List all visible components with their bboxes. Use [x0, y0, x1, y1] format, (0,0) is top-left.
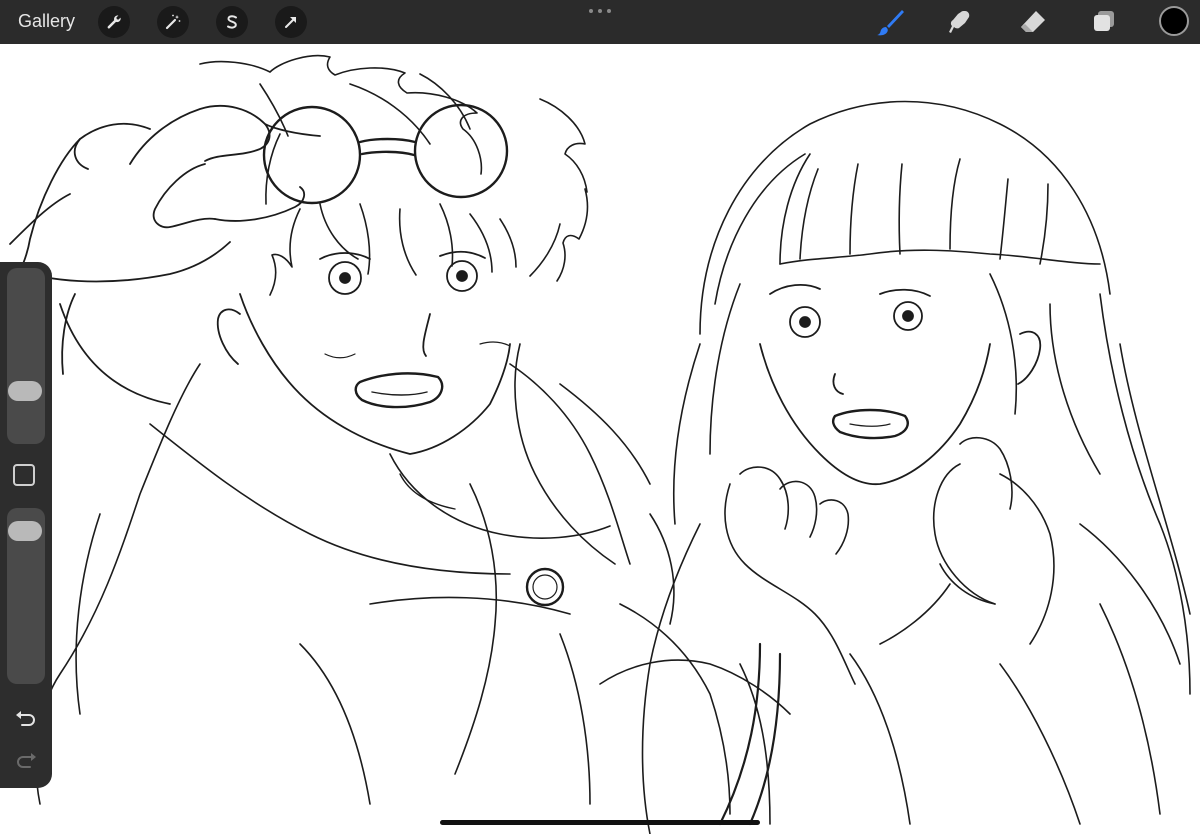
selection-button[interactable]	[216, 6, 248, 38]
transform-arrow-icon	[285, 17, 296, 28]
adjustments-button[interactable]	[157, 6, 189, 38]
wrench-icon	[107, 15, 121, 29]
eraser-icon	[1021, 11, 1045, 32]
transform-button[interactable]	[275, 6, 307, 38]
brush-size-thumb[interactable]	[8, 381, 42, 401]
home-indicator[interactable]	[440, 820, 760, 825]
redo-icon	[17, 753, 36, 768]
brush-tool-button[interactable]	[874, 6, 906, 38]
smudge-icon	[949, 11, 970, 33]
opacity-slider[interactable]	[7, 508, 45, 684]
brush-icon	[877, 10, 904, 36]
color-picker-button[interactable]	[1159, 6, 1189, 36]
left-sidebar	[0, 262, 52, 788]
gallery-button[interactable]: Gallery	[18, 11, 75, 32]
smudge-tool-button[interactable]	[944, 6, 976, 38]
redo-button[interactable]	[12, 750, 40, 774]
sketch-artwork	[0, 54, 1191, 835]
undo-button[interactable]	[12, 708, 40, 732]
brush-size-slider[interactable]	[7, 268, 45, 444]
dot-icon	[607, 9, 611, 13]
selection-s-icon	[227, 15, 237, 29]
undo-icon	[16, 711, 35, 726]
top-toolbar: Gallery	[0, 0, 1200, 44]
magic-wand-icon	[165, 14, 181, 30]
more-options-handle[interactable]	[589, 6, 611, 16]
opacity-thumb[interactable]	[8, 521, 42, 541]
actions-button[interactable]	[98, 6, 130, 38]
dot-icon	[589, 9, 593, 13]
drawing-canvas[interactable]	[0, 44, 1200, 835]
dot-icon	[598, 9, 602, 13]
layers-icon	[1094, 11, 1114, 31]
eraser-tool-button[interactable]	[1017, 6, 1049, 38]
modify-button[interactable]	[13, 464, 35, 486]
layers-button[interactable]	[1088, 6, 1120, 38]
